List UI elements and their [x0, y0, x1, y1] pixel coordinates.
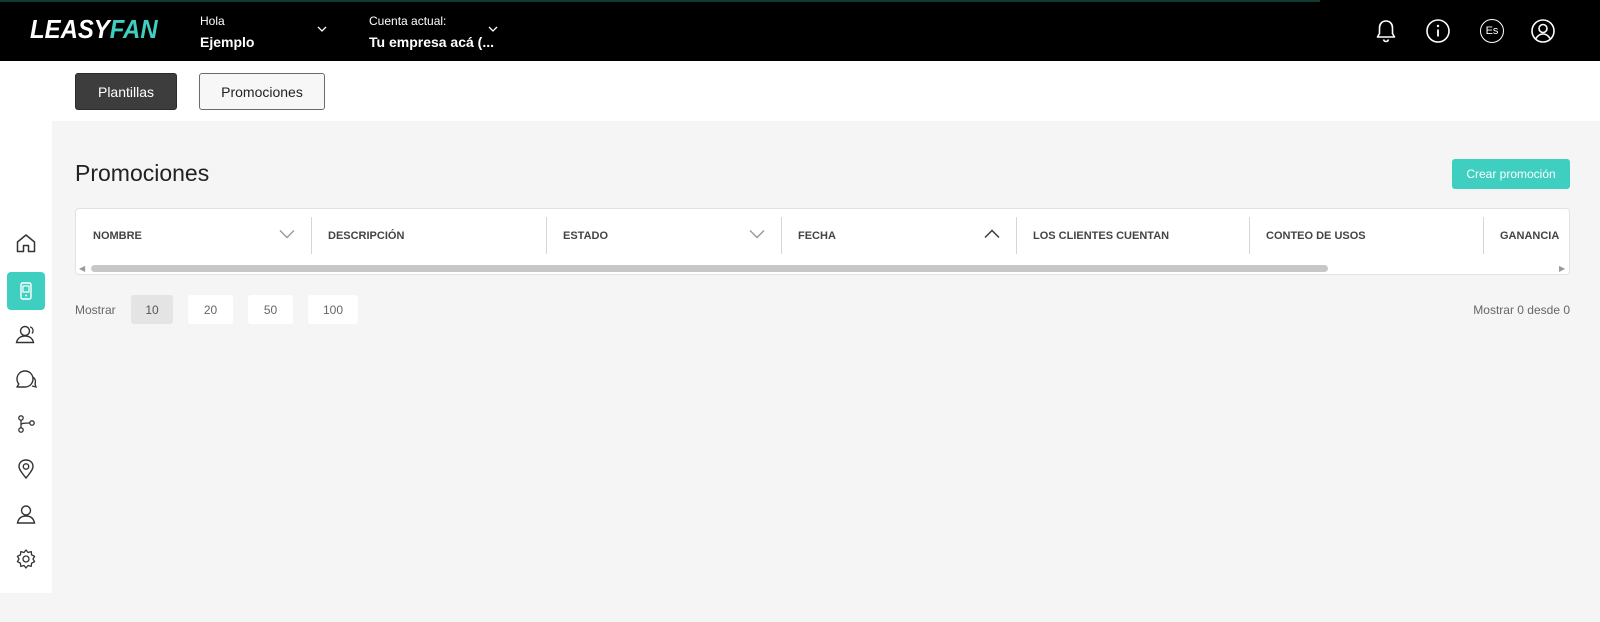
- column-header-description[interactable]: DESCRIPCIÓN: [311, 209, 546, 262]
- column-label: GANANCIA: [1500, 229, 1560, 242]
- sidebar-item-home[interactable]: [7, 224, 45, 262]
- account-name: Tu empresa acá (...: [369, 34, 495, 50]
- user-greeting-dropdown[interactable]: Hola Ejemplo: [200, 14, 335, 50]
- chevron-down-icon: [488, 26, 498, 32]
- column-header-status[interactable]: ESTADO: [546, 209, 781, 262]
- settings-icon: [16, 549, 36, 569]
- column-label: FECHA: [798, 229, 836, 242]
- column-label: LOS CLIENTES CUENTAN: [1033, 229, 1170, 242]
- tab-promotions[interactable]: Promociones: [199, 73, 325, 110]
- logo-text-leasy: LEASY: [30, 14, 110, 44]
- info-icon[interactable]: [1425, 18, 1451, 44]
- greeting-label: Hola: [200, 14, 225, 28]
- page-size-20[interactable]: 20: [188, 295, 233, 324]
- column-header-usage-count[interactable]: CONTEO DE USOS: [1249, 209, 1483, 262]
- page-size-50[interactable]: 50: [248, 295, 293, 324]
- sidebar: [0, 61, 52, 593]
- logo-text-fan: FAN: [109, 14, 158, 44]
- page-footer-area: [0, 593, 1600, 622]
- sidebar-item-promotions[interactable]: [7, 272, 45, 310]
- tab-templates[interactable]: Plantillas: [75, 73, 177, 110]
- sidebar-item-chat[interactable]: [7, 360, 45, 398]
- user-name: Ejemplo: [200, 34, 255, 50]
- chat-icon: [16, 370, 37, 388]
- column-header-earnings[interactable]: GANANCIA: [1483, 209, 1571, 262]
- header-accent-line: [0, 0, 1320, 2]
- tab-strip: Plantillas Promociones: [52, 61, 1600, 121]
- column-header-name[interactable]: NOMBRE: [76, 209, 311, 262]
- column-label: NOMBRE: [93, 229, 142, 242]
- flow-icon: [18, 415, 35, 433]
- chevron-up-icon[interactable]: [984, 229, 1000, 239]
- scrollbar-thumb[interactable]: [91, 265, 1328, 272]
- top-header: LEASYFAN Hola Ejemplo Cuenta actual: Tu …: [0, 0, 1600, 61]
- promotions-table: NOMBRE DESCRIPCIÓN ESTADO FECHA LOS CLIE…: [75, 208, 1570, 275]
- column-header-date[interactable]: FECHA: [781, 209, 1016, 262]
- profile-icon: [16, 505, 36, 524]
- page-size-100[interactable]: 100: [308, 295, 358, 324]
- scroll-right-arrow-icon[interactable]: ▶: [1559, 264, 1565, 273]
- sidebar-item-flows[interactable]: [7, 405, 45, 443]
- home-icon: [16, 234, 36, 253]
- device-icon: [20, 282, 32, 300]
- chevron-down-icon[interactable]: [279, 229, 295, 239]
- page-size-10[interactable]: 10: [131, 295, 173, 324]
- account-selector-dropdown[interactable]: Cuenta actual: Tu empresa acá (...: [369, 14, 504, 50]
- sidebar-item-customers[interactable]: [7, 315, 45, 353]
- scroll-left-arrow-icon[interactable]: ◀: [79, 264, 85, 273]
- account-label: Cuenta actual:: [369, 14, 447, 28]
- leasyfan-logo[interactable]: LEASYFAN: [30, 14, 158, 45]
- bell-icon[interactable]: [1373, 18, 1399, 44]
- customers-icon: [15, 325, 35, 344]
- column-header-customers-count[interactable]: LOS CLIENTES CUENTAN: [1016, 209, 1250, 262]
- location-icon: [18, 459, 34, 480]
- sidebar-item-profile[interactable]: [7, 495, 45, 533]
- language-icon[interactable]: Es: [1480, 19, 1504, 43]
- horizontal-scrollbar[interactable]: ◀ ▶: [76, 262, 1569, 274]
- page-title: Promociones: [75, 160, 210, 186]
- user-icon[interactable]: [1530, 18, 1556, 44]
- page-size-label: Mostrar: [75, 303, 116, 317]
- column-label: DESCRIPCIÓN: [328, 229, 405, 242]
- column-label: ESTADO: [563, 229, 609, 242]
- sidebar-item-locations[interactable]: [7, 450, 45, 488]
- chevron-down-icon: [317, 26, 327, 32]
- column-label: CONTEO DE USOS: [1266, 229, 1366, 242]
- chevron-down-icon[interactable]: [749, 229, 765, 239]
- results-summary: Mostrar 0 desde 0: [1473, 303, 1570, 317]
- create-promotion-button[interactable]: Crear promoción: [1452, 159, 1570, 189]
- sidebar-item-settings[interactable]: [7, 540, 45, 578]
